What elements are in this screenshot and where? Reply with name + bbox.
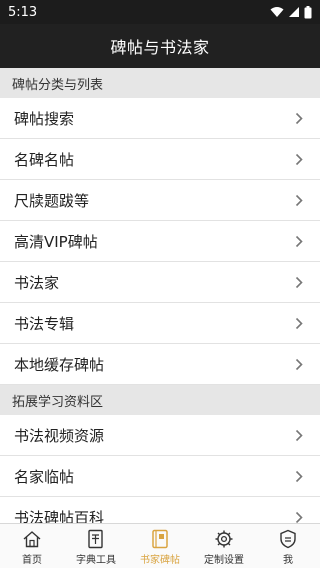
home-icon [21,528,43,550]
list-item-calligraphers[interactable]: 书法家 [0,262,320,303]
list-item-letters-colophons[interactable]: 尺牍题跋等 [0,180,320,221]
list-item-label: 高清VIP碑帖 [14,232,98,251]
user-icon [277,528,299,550]
chevron-right-icon [294,469,304,483]
section-header-extended: 拓展学习资料区 [0,385,320,415]
tab-label: 书家碑帖 [140,555,180,566]
book-icon [149,528,171,550]
list-item-albums[interactable]: 书法专辑 [0,303,320,344]
status-icons [270,5,312,19]
chevron-right-icon [294,152,304,166]
list-item-label: 书法碑帖百科 [14,508,105,524]
signal-icon [289,7,299,17]
tab-label: 字典工具 [76,555,116,566]
list-item-label: 尺牍题跋等 [14,191,90,210]
status-time: 5:13 [8,4,38,20]
list-item-label: 名家临帖 [14,467,75,486]
list-item-hd-vip[interactable]: 高清VIP碑帖 [0,221,320,262]
chevron-right-icon [294,275,304,289]
tab-custom-settings[interactable]: 定制设置 [192,524,256,568]
list-item-master-copies[interactable]: 名家临帖 [0,456,320,497]
bottom-tab-bar: 首页 字典工具 书家碑帖 定制设置 我 [0,523,320,568]
title-bar: 碑帖与书法家 [0,24,320,68]
chevron-right-icon [294,510,304,523]
battery-icon [304,5,312,18]
list-item-search[interactable]: 碑帖搜索 [0,98,320,139]
section-header-catalog: 碑帖分类与列表 [0,68,320,98]
menu-list[interactable]: 碑帖分类与列表 碑帖搜索 名碑名帖 尺牍题跋等 高清VIP碑帖 书法家 书法专辑… [0,68,320,523]
page-title: 碑帖与书法家 [110,38,210,57]
chevron-right-icon [294,357,304,371]
tab-home[interactable]: 首页 [0,524,64,568]
tab-label: 定制设置 [204,555,244,566]
list-item-label: 书法专辑 [14,314,75,333]
wifi-icon [270,7,284,17]
chevron-right-icon [294,193,304,207]
list-item-local-cache[interactable]: 本地缓存碑帖 [0,344,320,385]
tab-dictionary-tools[interactable]: 字典工具 [64,524,128,568]
list-item-label: 碑帖搜索 [14,109,75,128]
chevron-right-icon [294,428,304,442]
status-bar: 5:13 [0,0,320,24]
list-item-label: 书法家 [14,273,60,292]
tab-label: 首页 [22,555,42,566]
chevron-right-icon [294,234,304,248]
chevron-right-icon [294,316,304,330]
dictionary-icon [85,528,107,550]
section-title: 拓展学习资料区 [12,394,104,410]
tab-label: 我 [283,555,293,566]
list-item-famous-steles[interactable]: 名碑名帖 [0,139,320,180]
list-item-label: 书法视频资源 [14,426,105,445]
list-item-video-resources[interactable]: 书法视频资源 [0,415,320,456]
list-item-encyclopedia[interactable]: 书法碑帖百科 [0,497,320,523]
section-title: 碑帖分类与列表 [12,77,104,93]
chevron-right-icon [294,111,304,125]
list-item-label: 名碑名帖 [14,150,75,169]
tab-me[interactable]: 我 [256,524,320,568]
gear-icon [213,528,235,550]
tab-calligraphers-steles[interactable]: 书家碑帖 [128,524,192,568]
list-item-label: 本地缓存碑帖 [14,355,105,374]
